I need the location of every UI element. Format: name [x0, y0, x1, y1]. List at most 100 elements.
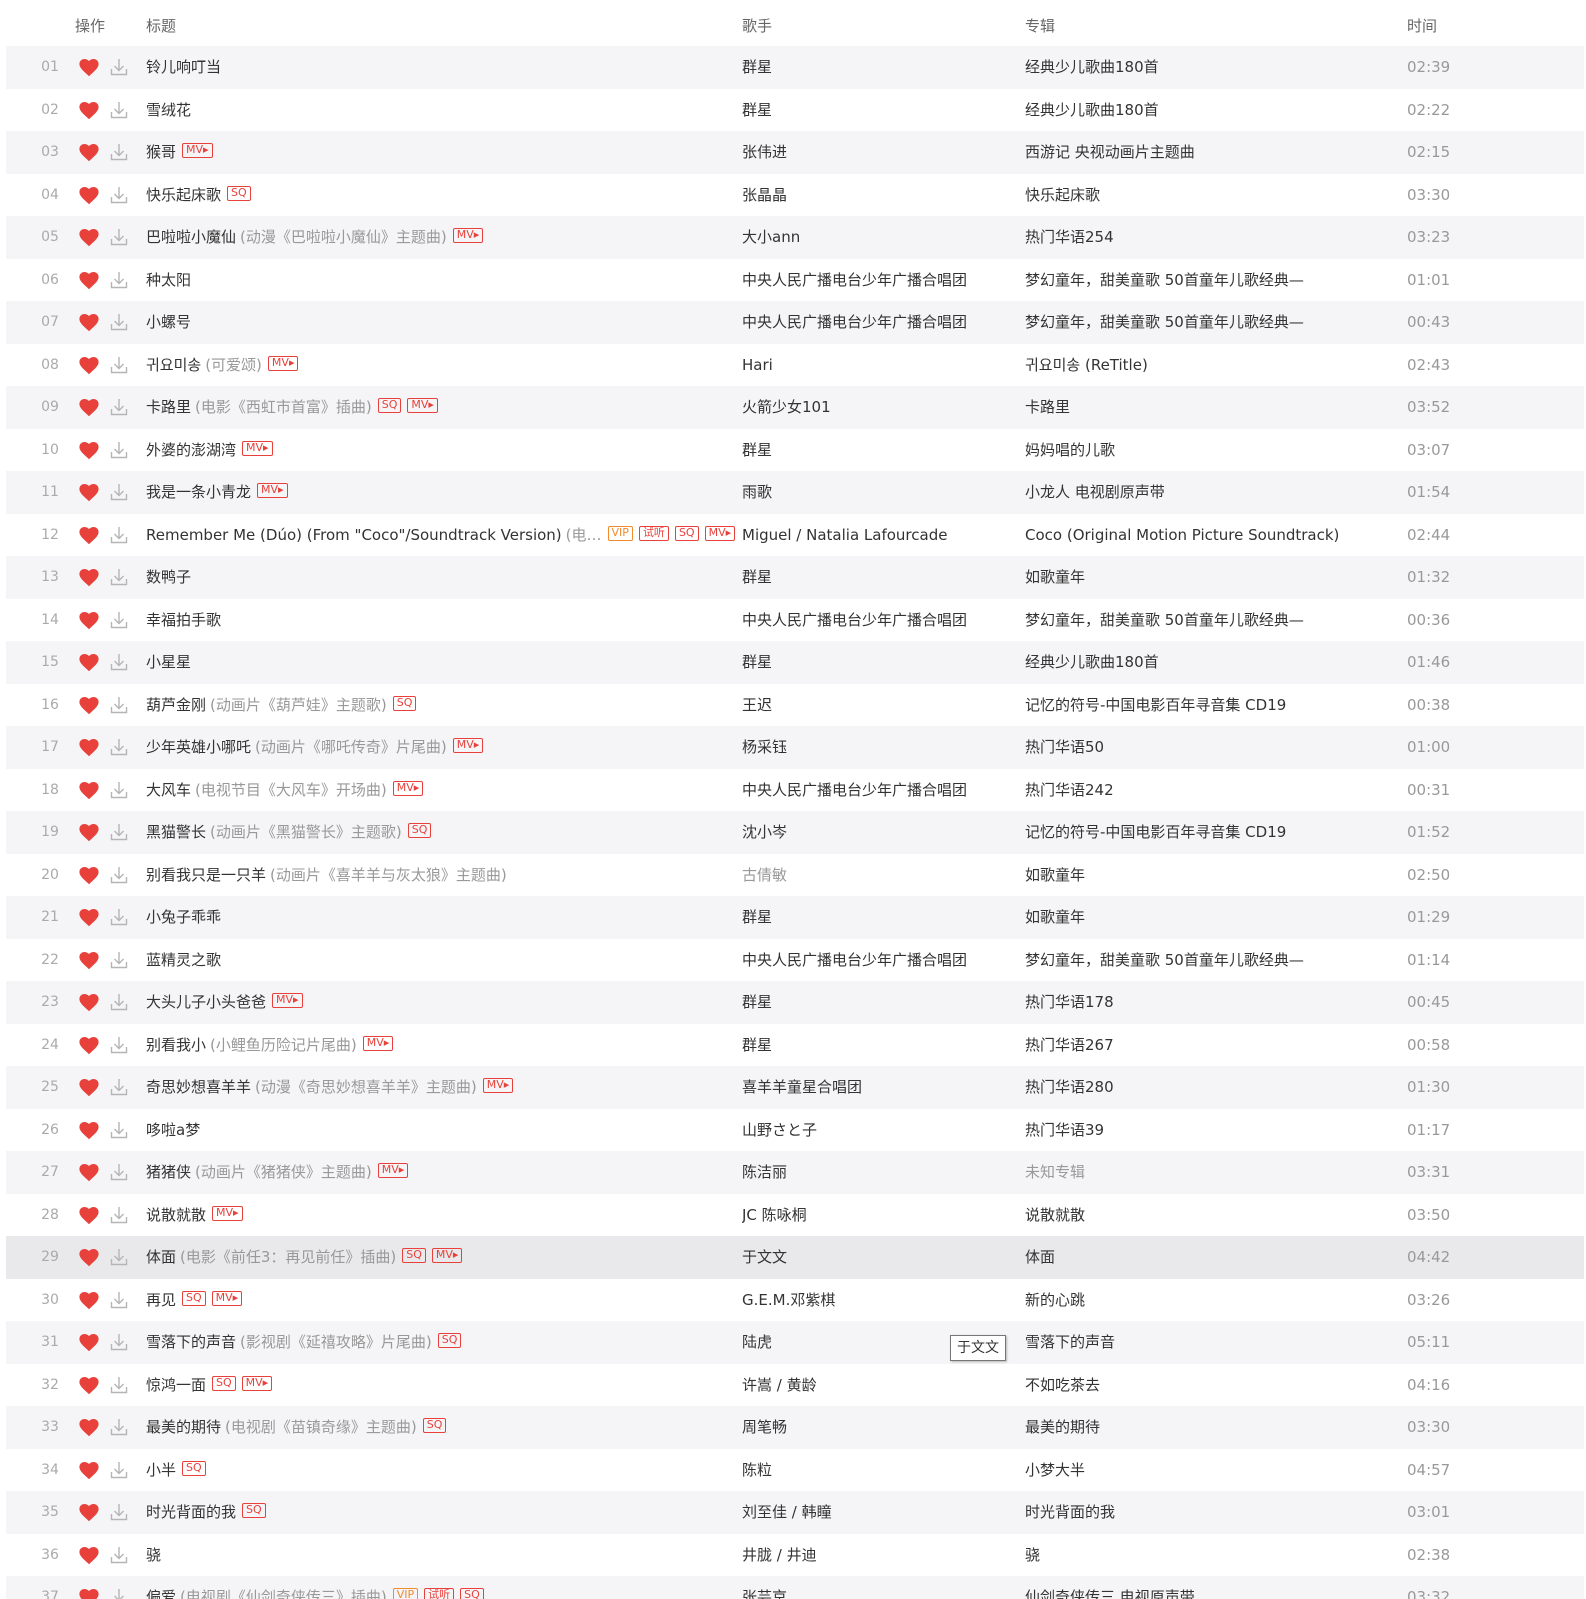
heart-icon[interactable] — [79, 611, 99, 630]
album-link[interactable]: 如歌童年 — [1025, 896, 1385, 939]
artist-link[interactable]: 群星 — [742, 89, 1012, 132]
song-title[interactable]: 小螺号 — [146, 313, 191, 331]
heart-icon[interactable] — [79, 526, 99, 545]
song-title[interactable]: 数鸭子 — [146, 568, 191, 586]
artist-link[interactable]: 喜羊羊童星合唱团 — [742, 1066, 1012, 1109]
album-link[interactable]: 小龙人 电视剧原声带 — [1025, 471, 1385, 514]
song-title[interactable]: 猴哥 — [146, 143, 176, 161]
album-link[interactable]: 热门华语280 — [1025, 1066, 1385, 1109]
song-row[interactable]: 03 猴哥 MV▸ 张伟进 西游记 央视动画片主题曲 02:15 — [6, 131, 1584, 174]
song-row[interactable]: 10 外婆的澎湖湾 MV▸ 群星 妈妈唱的儿歌 03:07 — [6, 428, 1584, 471]
song-title[interactable]: 种太阳 — [146, 271, 191, 289]
song-title[interactable]: 最美的期待 — [146, 1418, 221, 1436]
heart-icon[interactable] — [79, 1079, 99, 1097]
mv-badge[interactable]: MV▸ — [377, 1163, 409, 1178]
song-title[interactable]: 雪落下的声音 — [146, 1333, 236, 1351]
heart-icon[interactable] — [79, 314, 99, 332]
heart-icon[interactable] — [79, 1334, 99, 1352]
mv-badge[interactable]: MV▸ — [452, 738, 484, 753]
song-title[interactable]: 骁 — [146, 1546, 161, 1564]
download-icon[interactable] — [109, 865, 129, 885]
heart-icon[interactable] — [79, 441, 99, 460]
heart-icon[interactable] — [79, 951, 99, 970]
download-icon[interactable] — [109, 610, 129, 630]
album-link[interactable]: 经典少儿歌曲180首 — [1025, 46, 1385, 89]
artist-link[interactable]: 中央人民广播电台少年广播合唱团 — [742, 301, 1012, 344]
song-row[interactable]: 09 卡路里 (电影《西虹市首富》插曲) SQ MV▸ 火箭少女101 卡路里 03:52 — [6, 386, 1584, 429]
album-link[interactable]: 梦幻童年，甜美童歌 50首童年儿歌经典— — [1025, 939, 1385, 982]
album-link[interactable]: 记忆的符号-中国电影百年寻音集 CD19 — [1025, 684, 1385, 727]
artist-link[interactable]: 于文文 — [742, 1236, 1012, 1279]
album-link[interactable]: 热门华语178 — [1025, 981, 1385, 1024]
download-icon[interactable] — [109, 270, 129, 290]
heart-icon[interactable] — [79, 229, 99, 247]
song-row[interactable]: 11 我是一条小青龙 MV▸ 雨歌 小龙人 电视剧原声带 01:54 — [6, 471, 1584, 514]
song-title[interactable]: 哆啦a梦 — [146, 1121, 200, 1139]
mv-badge[interactable]: MV▸ — [704, 525, 736, 541]
artist-link[interactable]: 群星 — [742, 1024, 1012, 1067]
song-row[interactable]: 18 大风车 (电视节目《大风车》开场曲) MV▸ 中央人民广播电台少年广播合唱团 热门华… — [6, 768, 1584, 812]
mv-badge[interactable]: MV▸ — [242, 440, 273, 456]
artist-link[interactable]: 古倩敏 — [742, 854, 1012, 897]
download-icon[interactable] — [109, 397, 129, 417]
song-row[interactable]: 12 Remember Me (Dúo) (From "Coco"/Soundtr… — [6, 513, 1584, 557]
album-link[interactable]: 小梦大半 — [1025, 1449, 1385, 1492]
song-row[interactable]: 32 惊鸿一面 SQ MV▸ 许嵩 / 黄龄 不如吃茶去 04:16 — [6, 1363, 1584, 1406]
header-time[interactable]: 时间 — [1407, 15, 1437, 36]
song-title[interactable]: 惊鸿一面 — [146, 1376, 206, 1394]
artist-link[interactable]: G.E.M.邓紫棋 — [742, 1279, 1012, 1322]
heart-icon[interactable] — [79, 356, 99, 375]
mv-badge[interactable]: MV▸ — [241, 1375, 273, 1391]
album-link[interactable]: Coco (Original Motion Picture Soundtrack… — [1025, 514, 1385, 557]
artist-link[interactable]: 群星 — [742, 641, 1012, 684]
download-icon[interactable] — [109, 992, 129, 1012]
artist-link[interactable]: 群星 — [742, 981, 1012, 1024]
artist-link[interactable]: 大小ann — [742, 216, 1012, 259]
heart-icon[interactable] — [79, 1249, 99, 1267]
song-row[interactable]: 19 黑猫警长 (动画片《黑猫警长》主题歌) SQ 沈小岑 记忆的符号-中国电影百年寻音集… — [6, 811, 1584, 854]
heart-icon[interactable] — [79, 271, 99, 290]
album-link[interactable]: 梦幻童年，甜美童歌 50首童年儿歌经典— — [1025, 599, 1385, 642]
song-title[interactable]: 少年英雄小哪吒 — [146, 738, 251, 756]
download-icon[interactable] — [109, 482, 129, 502]
mv-badge[interactable]: MV▸ — [272, 993, 303, 1008]
song-row[interactable]: 16 葫芦金刚 (动画片《葫芦娃》主题歌) SQ 王迟 记忆的符号-中国电影百年寻音集 C… — [6, 683, 1584, 727]
song-title[interactable]: 卡路里 — [146, 398, 191, 416]
song-title[interactable]: 幸福拍手歌 — [146, 611, 221, 629]
download-icon[interactable] — [109, 227, 129, 247]
heart-icon[interactable] — [79, 994, 99, 1012]
download-icon[interactable] — [109, 652, 129, 672]
artist-link[interactable]: 张晶晶 — [742, 174, 1012, 217]
album-link[interactable]: 快乐起床歌 — [1025, 174, 1385, 217]
download-icon[interactable] — [109, 1290, 129, 1310]
artist-link[interactable]: 火箭少女101 — [742, 386, 1012, 429]
heart-icon[interactable] — [79, 1164, 99, 1182]
song-row[interactable]: 21 小兔子乖乖 群星 如歌童年 01:29 — [6, 896, 1584, 939]
song-row[interactable]: 07 小螺号 中央人民广播电台少年广播合唱团 梦幻童年，甜美童歌 50首童年儿歌经典—… — [6, 301, 1584, 344]
download-icon[interactable] — [109, 185, 129, 205]
song-title[interactable]: 体面 — [146, 1248, 176, 1266]
song-row[interactable]: 26 哆啦a梦 山野さと子 热门华语39 01:17 — [6, 1108, 1584, 1151]
download-icon[interactable] — [109, 525, 129, 545]
song-row[interactable]: 28 说散就散 MV▸ JC 陈咏桐 说散就散 03:50 — [6, 1193, 1584, 1236]
artist-link[interactable]: 井胧 / 井迪 — [742, 1534, 1012, 1577]
download-icon[interactable] — [109, 780, 129, 800]
heart-icon[interactable] — [79, 1461, 99, 1480]
album-link[interactable]: 热门华语50 — [1025, 726, 1385, 769]
heart-icon[interactable] — [79, 909, 99, 927]
song-title[interactable]: Remember Me (Dúo) (From "Coco"/Soundtrac… — [146, 526, 562, 544]
heart-icon[interactable] — [79, 144, 99, 162]
album-link[interactable]: 骁 — [1025, 1534, 1385, 1577]
album-link[interactable]: 梦幻童年，甜美童歌 50首童年儿歌经典— — [1025, 301, 1385, 344]
artist-link[interactable]: 雨歌 — [742, 471, 1012, 514]
heart-icon[interactable] — [79, 824, 99, 842]
album-link[interactable]: 热门华语242 — [1025, 769, 1385, 812]
song-title[interactable]: 我是一条小青龙 — [146, 483, 251, 501]
song-row[interactable]: 01 铃儿响叮当 群星 经典少儿歌曲180首 02:39 — [6, 46, 1584, 89]
song-row[interactable]: 23 大头儿子小头爸爸 MV▸ 群星 热门华语178 00:45 — [6, 981, 1584, 1024]
artist-link[interactable]: 周笔畅 — [742, 1406, 1012, 1449]
song-title[interactable]: 外婆的澎湖湾 — [146, 441, 236, 459]
song-title[interactable]: 别看我小 — [146, 1036, 206, 1054]
artist-link[interactable]: 群星 — [742, 556, 1012, 599]
heart-icon[interactable] — [79, 186, 99, 205]
